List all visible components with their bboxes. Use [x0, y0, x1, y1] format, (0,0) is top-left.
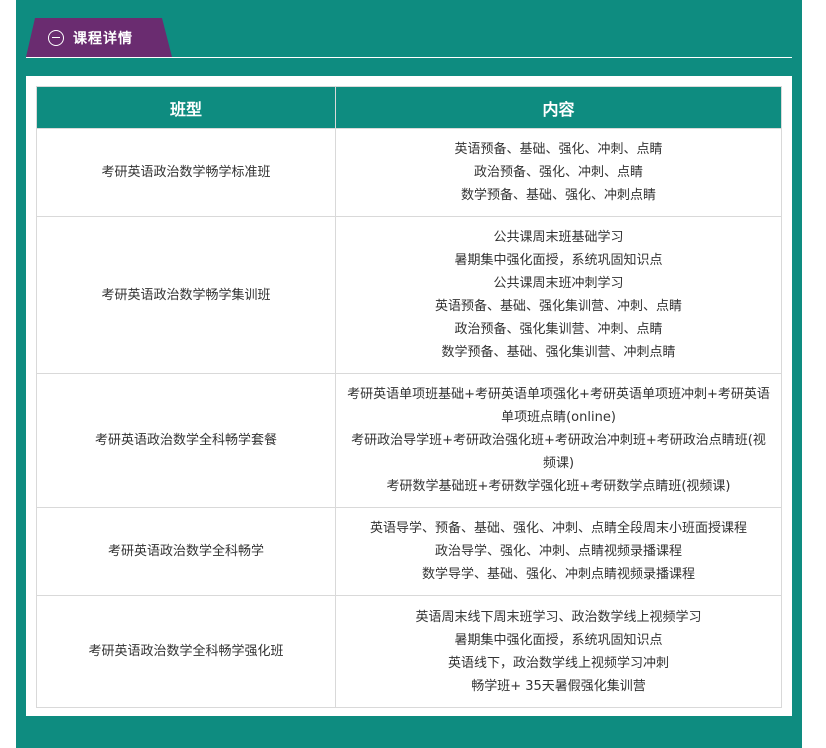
table-row: 考研英语政治数学全科畅学套餐 考研英语单项班基础+考研英语单项强化+考研英语单项…: [36, 373, 782, 508]
content-line: 英语预备、基础、强化集训营、冲刺、点睛: [434, 299, 682, 314]
class-name-cell: 考研英语政治数学畅学集训班: [36, 216, 336, 374]
column-header-class-type: 班型: [36, 86, 336, 129]
course-table: 班型 内容 考研英语政治数学畅学标准班 英语预备、基础、强化、冲刺、点睛 政治预…: [36, 86, 782, 708]
section-title: 课程详情: [73, 30, 133, 47]
content-line: 英语线下，政治数学线上视频学习冲刺: [447, 655, 669, 671]
content-line: 公共课周末班冲刺学习: [493, 276, 624, 291]
content-line: 考研政治导学班+考研政治强化班+考研政治冲刺班+考研政治点睛班(视频课): [351, 433, 766, 471]
class-name-cell: 考研英语政治数学全科畅学强化班: [36, 595, 336, 708]
table-row: 考研英语政治数学畅学集训班 公共课周末班基础学习 暑期集中强化面授，系统巩固知识…: [36, 216, 782, 374]
content-line: 政治预备、强化、冲刺、点睛: [473, 165, 643, 180]
content-cell: 英语预备、基础、强化、冲刺、点睛 政治预备、强化、冲刺、点睛 数学预备、基础、强…: [335, 128, 782, 217]
content-line: 英语预备、基础、强化、冲刺、点睛: [454, 142, 663, 157]
content-line: 英语周末线下周末班学习、政治数学线上视频学习: [415, 609, 702, 625]
content-line: 数学预备、基础、强化集训营、冲刺点睛: [441, 345, 676, 360]
course-details-tab[interactable]: 课程详情: [26, 18, 172, 57]
content-line: 考研数学基础班+考研数学强化班+考研数学点睛班(视频课): [386, 479, 731, 494]
content-line: 考研英语单项班基础+考研英语单项强化+考研英语单项班冲刺+考研英语单项班点睛(o…: [347, 387, 770, 425]
content-line: 暑期集中强化面授，系统巩固知识点: [454, 253, 663, 268]
content-line: 暑期集中强化面授，系统巩固知识点: [454, 632, 663, 648]
table-row: 考研英语政治数学全科畅学强化班 英语周末线下周末班学习、政治数学线上视频学习 暑…: [36, 595, 782, 708]
content-line: 公共课周末班基础学习: [493, 230, 624, 245]
table-row: 考研英语政治数学全科畅学 英语导学、预备、基础、强化、冲刺、点睛全段周末小班面授…: [36, 507, 782, 596]
table-row: 考研英语政治数学畅学标准班 英语预备、基础、强化、冲刺、点睛 政治预备、强化、冲…: [36, 128, 782, 217]
content-cell: 考研英语单项班基础+考研英语单项强化+考研英语单项班冲刺+考研英语单项班点睛(o…: [335, 373, 782, 508]
content-cell: 英语周末线下周末班学习、政治数学线上视频学习 暑期集中强化面授，系统巩固知识点 …: [335, 595, 782, 708]
class-name-cell: 考研英语政治数学全科畅学套餐: [36, 373, 336, 508]
course-details-panel: 课程详情 班型 内容 考研英语政治数学畅学标准班 英语预备、基础、强化、冲刺、点…: [16, 0, 802, 748]
table-header-row: 班型 内容: [36, 86, 782, 129]
content-area: 班型 内容 考研英语政治数学畅学标准班 英语预备、基础、强化、冲刺、点睛 政治预…: [26, 76, 792, 716]
content-line: 政治预备、强化集训营、冲刺、点睛: [454, 322, 663, 337]
column-header-content: 内容: [335, 86, 782, 129]
content-line: 畅学班+ 35天暑假强化集训营: [471, 678, 646, 694]
collapse-icon[interactable]: [48, 29, 64, 46]
header-divider: [26, 57, 792, 58]
content-cell: 英语导学、预备、基础、强化、冲刺、点睛全段周末小班面授课程 政治导学、强化、冲刺…: [335, 507, 782, 596]
content-line: 政治导学、强化、冲刺、点睛视频录播课程: [434, 544, 682, 559]
content-cell: 公共课周末班基础学习 暑期集中强化面授，系统巩固知识点 公共课周末班冲刺学习 英…: [335, 216, 782, 374]
class-name-cell: 考研英语政治数学全科畅学: [36, 507, 336, 596]
content-line: 英语导学、预备、基础、强化、冲刺、点睛全段周末小班面授课程: [369, 521, 747, 536]
class-name-cell: 考研英语政治数学畅学标准班: [36, 128, 336, 217]
content-line: 数学导学、基础、强化、冲刺点睛视频录播课程: [421, 567, 695, 582]
content-line: 数学预备、基础、强化、冲刺点睛: [460, 188, 656, 203]
